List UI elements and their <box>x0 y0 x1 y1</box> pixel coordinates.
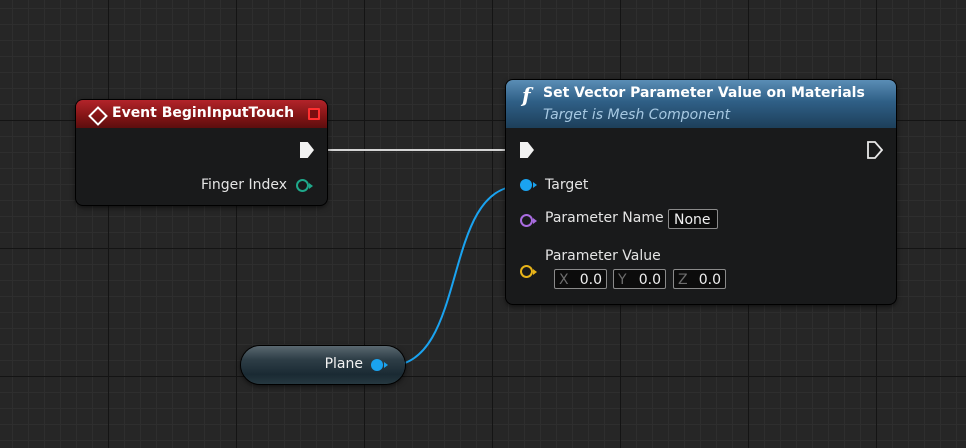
plane-output-pin-icon[interactable] <box>371 359 388 371</box>
parameter-name-value: None <box>674 212 711 228</box>
function-node-subtitle: Target is Mesh Component <box>543 107 731 123</box>
plane-variable-node[interactable]: Plane <box>241 346 405 384</box>
parameter-name-pin-icon[interactable] <box>520 214 537 227</box>
vector-x-value: 0.0 <box>579 272 602 288</box>
parameter-name-field[interactable]: None <box>668 209 718 229</box>
target-label: Target <box>545 177 589 193</box>
exec-output-pin-icon[interactable] <box>300 142 314 158</box>
parameter-value-pin-icon[interactable] <box>520 265 537 278</box>
function-node-title: Set Vector Parameter Value on Materials <box>543 85 865 101</box>
vector-y-value: 0.0 <box>638 272 661 288</box>
delegate-pin-icon[interactable] <box>308 108 320 120</box>
exec-output-pin-icon[interactable] <box>867 141 883 159</box>
function-icon: f <box>522 83 531 107</box>
plane-variable-label: Plane <box>324 356 363 372</box>
event-diamond-icon <box>88 106 108 126</box>
finger-index-pin-icon[interactable] <box>296 179 313 192</box>
vector-y-label: Y <box>618 272 627 288</box>
exec-input-pin-icon[interactable] <box>520 142 534 158</box>
vector-x-field[interactable]: X 0.0 <box>554 269 607 289</box>
vector-z-field[interactable]: Z 0.0 <box>673 269 726 289</box>
target-pin-icon[interactable] <box>520 179 537 191</box>
parameter-name-label: Parameter Name <box>545 210 664 226</box>
parameter-value-label: Parameter Value <box>545 248 661 264</box>
vector-z-value: 0.0 <box>698 272 721 288</box>
target-wire[interactable] <box>387 185 521 367</box>
set-vector-parameter-node[interactable]: f Set Vector Parameter Value on Material… <box>506 80 896 304</box>
finger-index-label: Finger Index <box>200 177 287 193</box>
vector-y-field[interactable]: Y 0.0 <box>613 269 666 289</box>
function-node-header[interactable]: f Set Vector Parameter Value on Material… <box>506 80 896 128</box>
event-node-title: Event BeginInputTouch <box>112 105 295 121</box>
vector-z-label: Z <box>678 272 688 288</box>
event-begin-input-touch-node[interactable]: Event BeginInputTouch Finger Index <box>76 100 327 205</box>
vector-x-label: X <box>559 272 569 288</box>
event-node-header[interactable]: Event BeginInputTouch <box>76 100 327 128</box>
